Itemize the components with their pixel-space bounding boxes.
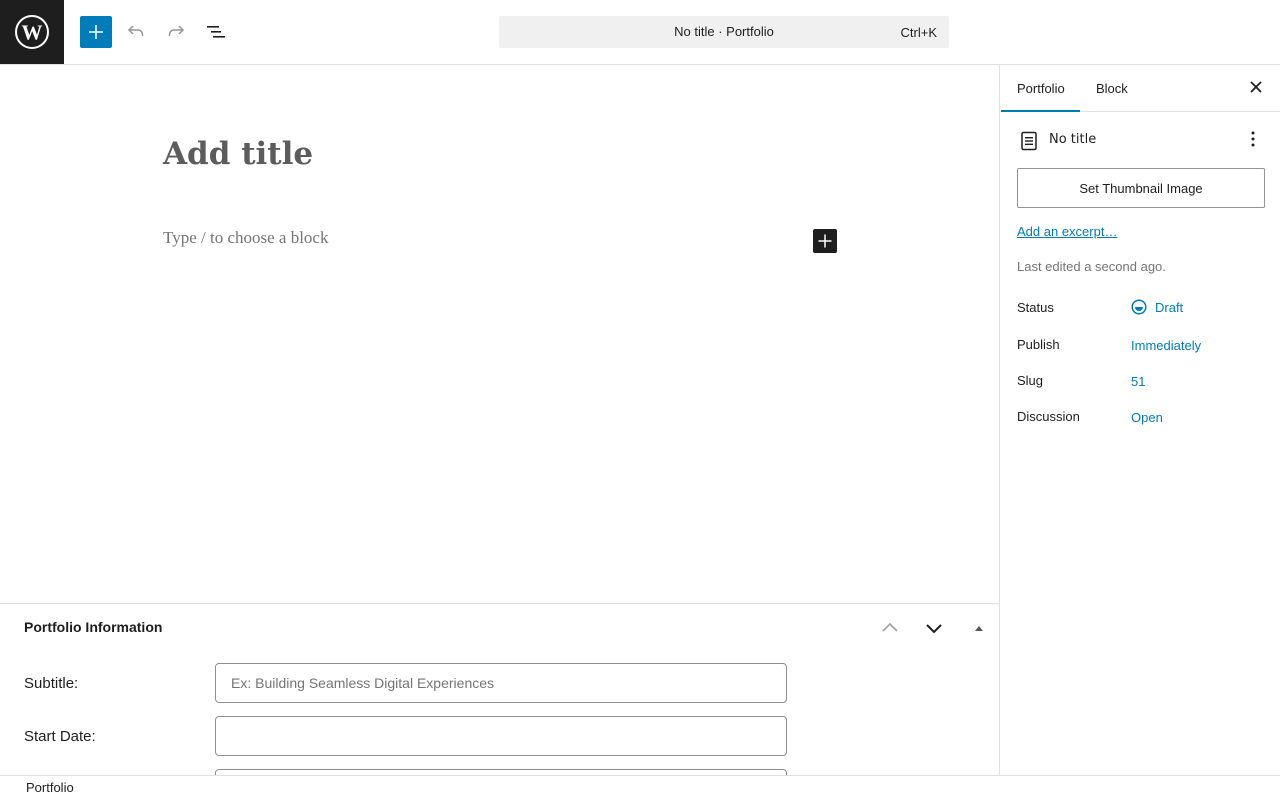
close-sidebar-button[interactable] [1244, 75, 1268, 99]
block-appender[interactable]: Type / to choose a block [163, 228, 328, 248]
undo-button[interactable] [120, 16, 152, 48]
undo-icon [127, 25, 144, 36]
plus-icon [818, 234, 832, 248]
chevron-up-icon [882, 622, 898, 632]
tab-portfolio[interactable]: Portfolio [1001, 65, 1080, 112]
subtitle-input[interactable] [215, 663, 787, 703]
move-up-button[interactable] [876, 614, 904, 642]
slug-value-button[interactable]: 51 [1131, 374, 1145, 389]
draft-status-icon [1131, 299, 1147, 315]
publish-value-button[interactable]: Immediately [1131, 338, 1201, 353]
document-title: No title · Portfolio [674, 24, 774, 39]
start-date-label: Start Date: [24, 728, 96, 745]
plus-icon [89, 25, 103, 39]
document-icon [1017, 129, 1041, 153]
editor-canvas: Add title Type / to choose a block [0, 65, 999, 603]
metabox-title: Portfolio Information [24, 619, 163, 635]
portfolio-info-metabox: Portfolio Information Subtitle: Start Da… [0, 603, 999, 775]
list-view-icon [207, 26, 225, 38]
close-icon [1250, 81, 1262, 93]
more-vertical-icon [1251, 131, 1255, 147]
triangle-up-icon [975, 626, 983, 631]
settings-sidebar: Portfolio Block No title Set Thumbnail I… [999, 65, 1280, 775]
publish-label: Publish [1017, 337, 1060, 352]
redo-button[interactable] [160, 16, 192, 48]
keyboard-shortcut: Ctrl+K [900, 25, 937, 40]
subtitle-label: Subtitle: [24, 675, 79, 692]
breadcrumb-item[interactable]: Portfolio [26, 780, 74, 795]
start-date-input[interactable] [215, 716, 787, 756]
post-actions-button[interactable] [1241, 127, 1265, 151]
status-value-text: Draft [1155, 299, 1184, 315]
post-summary-title: No title [1049, 132, 1097, 147]
set-thumbnail-button[interactable]: Set Thumbnail Image [1017, 168, 1265, 208]
chevron-down-icon [926, 624, 942, 634]
inline-inserter-button[interactable] [813, 229, 837, 253]
svg-text:W: W [22, 21, 43, 45]
add-block-button[interactable] [80, 16, 112, 48]
status-label: Status [1017, 300, 1054, 315]
status-value-button[interactable]: Draft [1131, 299, 1183, 315]
redo-icon [168, 25, 185, 36]
command-palette-button[interactable]: No title · Portfolio Ctrl+K [499, 16, 949, 48]
post-title-field[interactable]: Add title [163, 136, 313, 172]
tab-block[interactable]: Block [1096, 65, 1128, 112]
slug-label: Slug [1017, 373, 1044, 388]
block-breadcrumb-bar: Portfolio [0, 775, 1280, 800]
discussion-label: Discussion [1017, 409, 1080, 424]
editor-header: W No title · Portfolio Ctrl+K [0, 0, 1280, 65]
last-edited-text: Last edited a second ago. [1017, 259, 1166, 274]
toggle-panel-button[interactable] [965, 614, 993, 642]
list-view-button[interactable] [200, 16, 232, 48]
wordpress-logo-icon: W [15, 15, 49, 49]
move-down-button[interactable] [920, 614, 948, 642]
add-excerpt-link[interactable]: Add an excerpt… [1017, 224, 1117, 239]
wordpress-logo-button[interactable]: W [0, 0, 64, 64]
sidebar-tabs: Portfolio Block [1000, 65, 1280, 112]
discussion-value-button[interactable]: Open [1131, 410, 1163, 425]
